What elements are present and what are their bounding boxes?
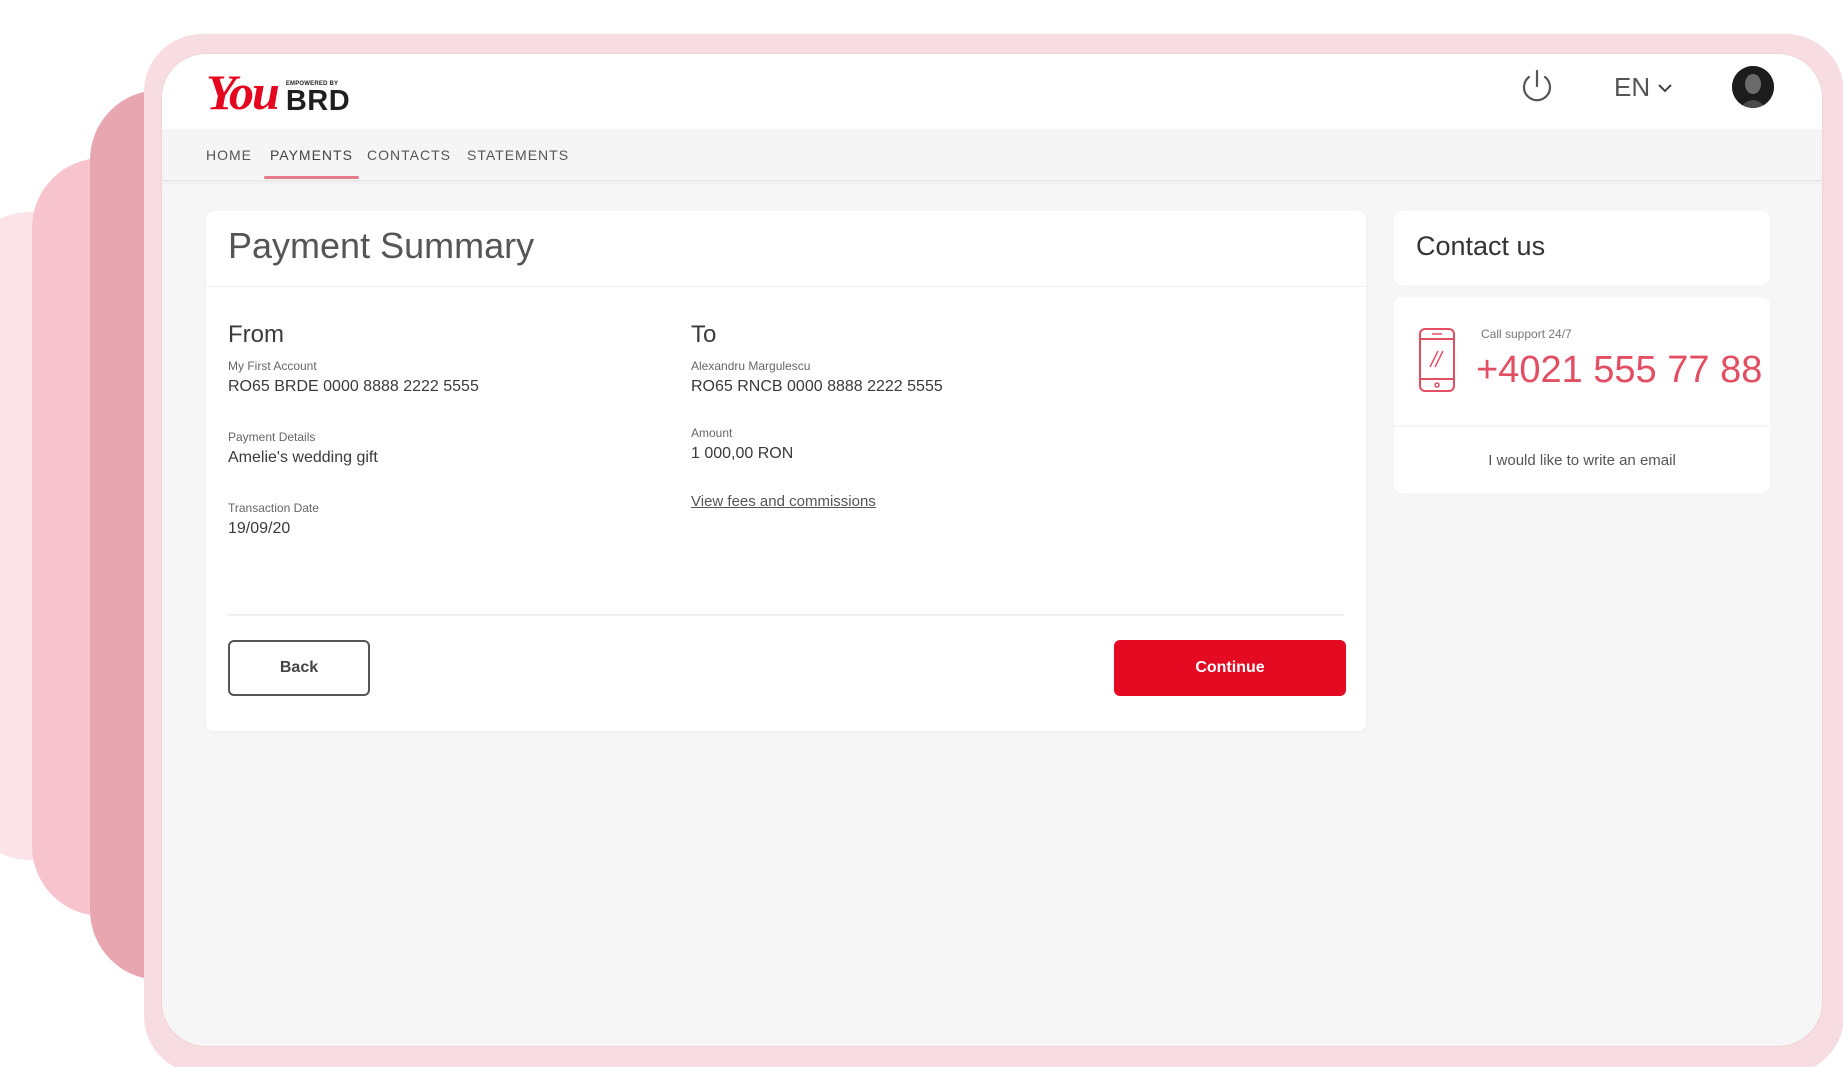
from-account-label: My First Account	[228, 359, 317, 373]
payment-summary-card: Payment Summary From My First Account RO…	[206, 211, 1366, 731]
continue-button[interactable]: Continue	[1114, 640, 1346, 696]
payment-details-label: Payment Details	[228, 430, 316, 444]
language-label: EN	[1614, 72, 1651, 102]
to-column: To Alexandru Margulescu RO65 RNCB 0000 8…	[691, 321, 943, 510]
main-nav: HOME PAYMENTS CONTACTS STATEMENTS	[162, 129, 1822, 181]
nav-item-statements[interactable]: STATEMENTS	[467, 129, 569, 181]
app-screen: You EMPOWERED BY BRD EN HOME PAYMENTS CO…	[162, 54, 1822, 1046]
transaction-date-value: 19/09/20	[228, 520, 291, 537]
payee-name-label: Alexandru Margulescu	[691, 359, 811, 373]
logo-you-text: You	[206, 64, 280, 120]
top-header: You EMPOWERED BY BRD EN	[162, 54, 1822, 129]
amount-value: 1 000,00 RON	[691, 445, 794, 462]
language-selector[interactable]: EN	[1614, 72, 1674, 103]
nav-item-home[interactable]: HOME	[206, 129, 252, 181]
brand-logo[interactable]: You EMPOWERED BY BRD	[206, 62, 350, 122]
power-icon[interactable]	[1517, 66, 1557, 106]
nav-item-payments[interactable]: PAYMENTS	[264, 129, 359, 181]
contact-header: Contact us	[1394, 211, 1770, 285]
from-column: From My First Account RO65 BRDE 0000 888…	[228, 321, 479, 572]
from-heading: From	[228, 321, 284, 348]
card-header: Payment Summary	[206, 211, 1366, 287]
logo-bank-block: EMPOWERED BY BRD	[285, 81, 351, 117]
contact-title: Contact us	[1416, 231, 1546, 261]
support-label: Call support 24/7	[1481, 327, 1572, 341]
card-divider	[228, 614, 1344, 616]
contact-divider	[1394, 425, 1770, 427]
payment-details-value: Amelie's wedding gift	[228, 449, 378, 466]
view-fees-link[interactable]: View fees and commissions	[691, 493, 943, 510]
payee-iban: RO65 RNCB 0000 8888 2222 5555	[691, 378, 943, 395]
amount-label: Amount	[691, 426, 733, 440]
user-portrait-icon	[1732, 66, 1774, 108]
chevron-down-icon	[1658, 83, 1672, 92]
phone-icon	[1419, 328, 1455, 392]
contact-card: Call support 24/7 +4021 555 77 88 I woul…	[1394, 297, 1770, 493]
support-phone-number[interactable]: +4021 555 77 88	[1476, 349, 1762, 392]
nav-item-contacts[interactable]: CONTACTS	[367, 129, 451, 181]
to-heading: To	[691, 321, 717, 348]
write-email-link[interactable]: I would like to write an email	[1394, 452, 1770, 469]
transaction-date-label: Transaction Date	[228, 501, 319, 515]
logo-bank-name: BRD	[285, 84, 351, 117]
back-button[interactable]: Back	[228, 640, 370, 696]
page-title: Payment Summary	[228, 225, 535, 266]
from-account-iban: RO65 BRDE 0000 8888 2222 5555	[228, 378, 479, 395]
avatar[interactable]	[1732, 66, 1774, 108]
stage: You EMPOWERED BY BRD EN HOME PAYMENTS CO…	[0, 0, 1843, 1067]
